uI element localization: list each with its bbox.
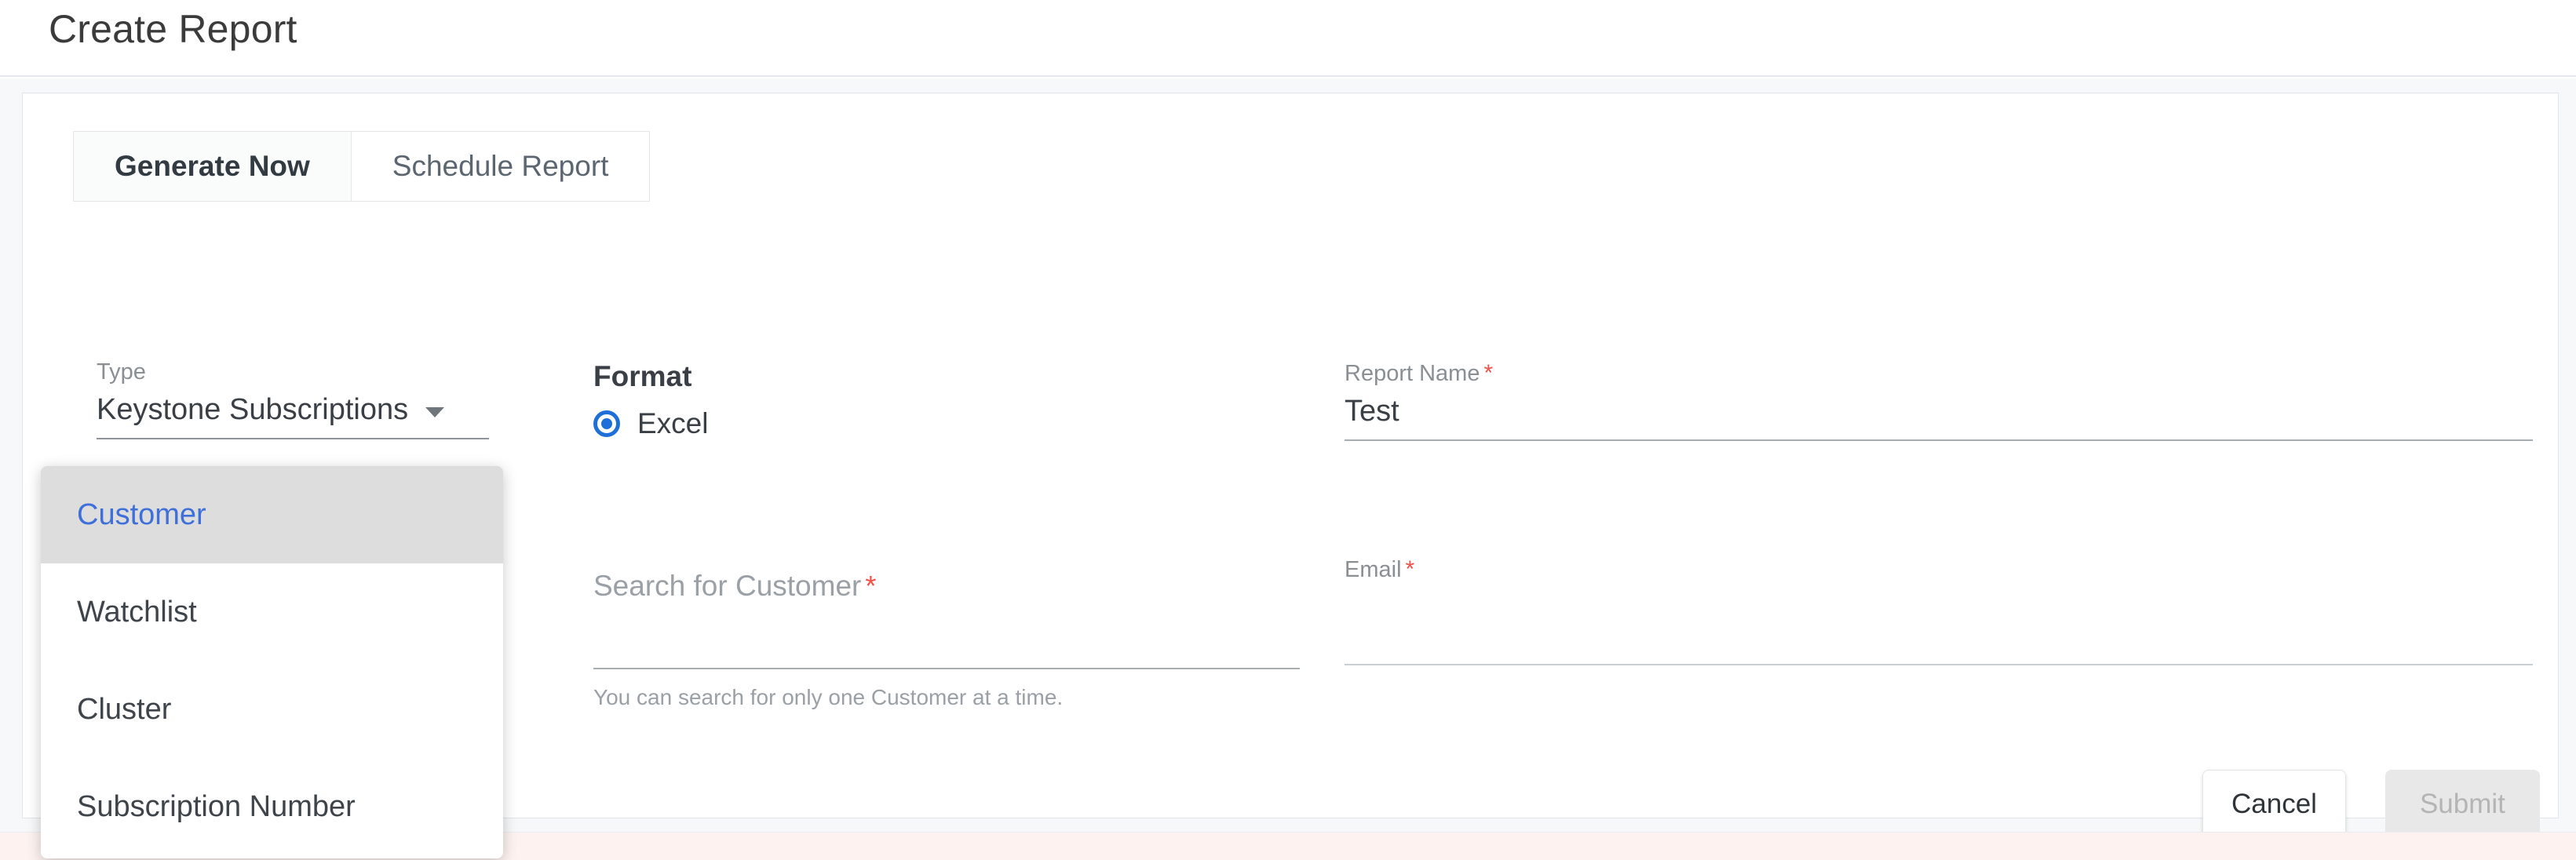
- type-select[interactable]: Keystone Subscriptions: [97, 393, 489, 439]
- dropdown-option-watchlist[interactable]: Watchlist: [41, 563, 503, 661]
- email-label-text: Email: [1345, 557, 1402, 582]
- cancel-button-label: Cancel: [2231, 789, 2317, 819]
- search-customer-hint: You can search for only one Customer at …: [593, 684, 1064, 709]
- radio-selected-icon[interactable]: [593, 410, 620, 437]
- chevron-down-icon: [425, 406, 445, 417]
- dropdown-option-subscription-number[interactable]: Subscription Number: [41, 758, 503, 855]
- tab-generate-now[interactable]: Generate Now: [74, 132, 352, 201]
- tab-schedule-report-label: Schedule Report: [392, 150, 609, 182]
- form-actions: Cancel Submit: [2202, 770, 2540, 839]
- dropdown-option-customer-label: Customer: [77, 497, 206, 531]
- required-asterisk: *: [865, 570, 877, 602]
- email-input[interactable]: [1345, 618, 2533, 665]
- report-mode-tabs: Generate Now Schedule Report: [73, 131, 651, 202]
- format-field-group: Format Excel: [593, 360, 1300, 440]
- choose-category-dropdown[interactable]: Customer Watchlist Cluster Subscription …: [41, 466, 503, 858]
- dropdown-option-cluster[interactable]: Cluster: [41, 661, 503, 758]
- dropdown-option-watchlist-label: Watchlist: [77, 595, 197, 629]
- format-option-excel[interactable]: Excel: [593, 407, 1300, 440]
- required-asterisk: *: [1405, 556, 1415, 582]
- email-label: Email *: [1345, 556, 2533, 583]
- submit-button: Submit: [2384, 770, 2540, 839]
- page-title: Create Report: [49, 7, 297, 51]
- search-customer-label: Search for Customer *: [593, 570, 1300, 603]
- required-asterisk: *: [1483, 360, 1494, 386]
- email-field-group: Email *: [1345, 556, 2533, 665]
- format-label: Format: [593, 360, 692, 392]
- dropdown-option-customer[interactable]: Customer: [41, 466, 503, 563]
- format-option-excel-label: Excel: [637, 407, 709, 439]
- report-name-label: Report Name *: [1345, 360, 2533, 387]
- dropdown-option-subscription-number-label: Subscription Number: [77, 789, 356, 823]
- search-customer-field-group: Search for Customer * You can search for …: [593, 570, 1300, 710]
- report-name-input[interactable]: [1345, 394, 2533, 441]
- tab-generate-now-label: Generate Now: [115, 150, 310, 182]
- report-name-label-text: Report Name: [1345, 361, 1480, 386]
- cancel-button[interactable]: Cancel: [2202, 770, 2346, 839]
- type-label: Type: [97, 359, 146, 384]
- tab-schedule-report[interactable]: Schedule Report: [352, 132, 650, 201]
- search-customer-label-text: Search for Customer: [593, 570, 862, 602]
- report-name-field-group: Report Name *: [1345, 360, 2533, 441]
- dropdown-option-cluster-label: Cluster: [77, 692, 172, 726]
- type-field-group: Type Keystone Subscriptions: [97, 359, 505, 439]
- search-customer-input[interactable]: [593, 622, 1300, 669]
- type-select-value: Keystone Subscriptions: [97, 392, 409, 426]
- page-header: Create Report: [0, 0, 2576, 77]
- submit-button-label: Submit: [2419, 789, 2505, 819]
